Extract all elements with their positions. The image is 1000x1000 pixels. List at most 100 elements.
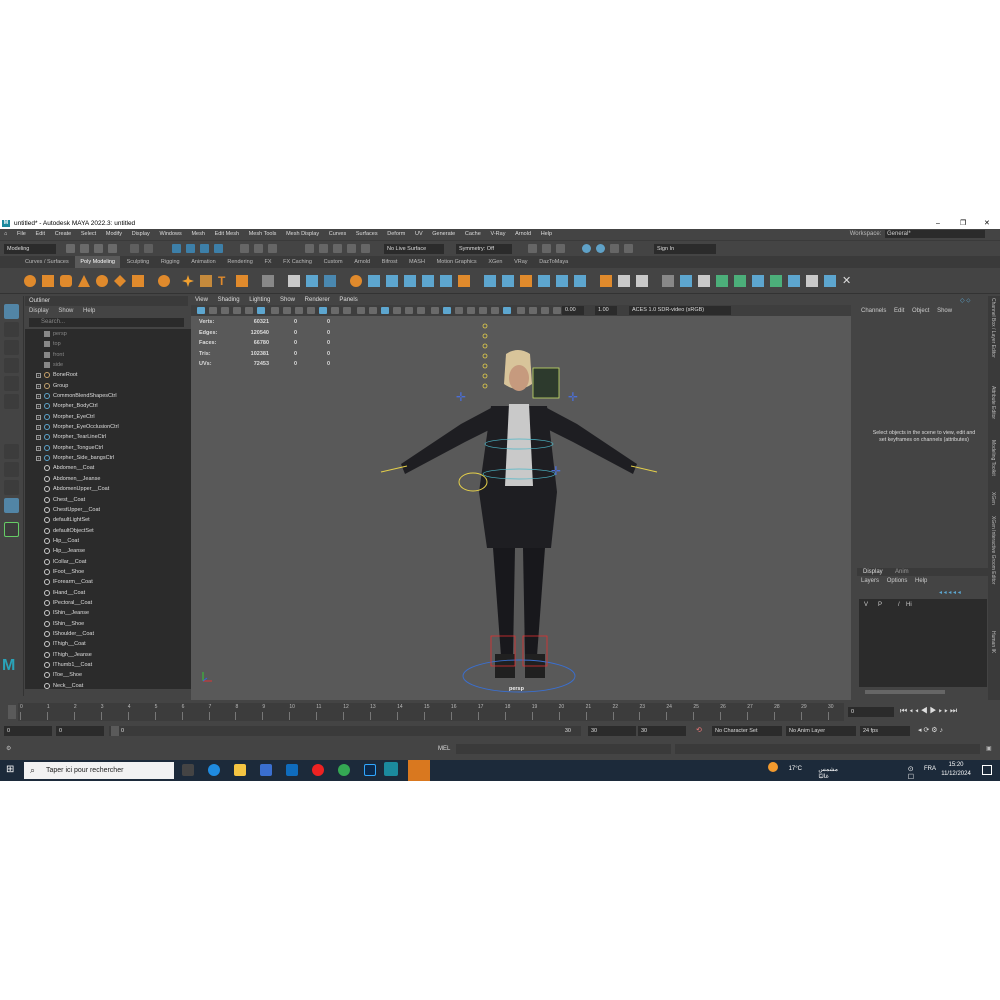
outliner-group-item[interactable]: + BoneRoot — [25, 370, 207, 380]
select-tool-icon[interactable] — [4, 304, 19, 319]
outlook-icon[interactable] — [286, 764, 298, 776]
layer-playback-toggle[interactable]: P — [878, 601, 882, 610]
live-surface-field[interactable]: No Live Surface — [384, 244, 444, 254]
save-icon[interactable] — [80, 244, 89, 253]
clock-date[interactable]: 11/12/2024 — [940, 771, 972, 777]
expand-icon[interactable]: + — [36, 456, 41, 462]
search-tool-icon[interactable] — [4, 522, 19, 537]
viewport-tool-icon[interactable] — [233, 307, 241, 314]
range-handle-left[interactable] — [111, 726, 119, 736]
viewport-tool-icon[interactable] — [319, 307, 327, 314]
viewport-tool-icon[interactable] — [295, 307, 303, 314]
outliner-group-item[interactable]: + Group — [25, 381, 207, 391]
layout-icon[interactable] — [528, 244, 537, 253]
relax-brush-icon[interactable] — [698, 275, 710, 287]
paint-select-icon[interactable] — [4, 340, 19, 355]
menu-vray[interactable]: V-Ray — [486, 229, 509, 240]
viewport-tool-icon[interactable] — [209, 307, 217, 314]
outliner-set-item[interactable]: lThumb1__Coat — [25, 660, 207, 670]
scene-start-field[interactable]: 0 — [4, 726, 52, 736]
poly-torus-icon[interactable] — [96, 275, 108, 287]
menu-arnold[interactable]: Arnold — [511, 229, 535, 240]
expand-icon[interactable]: + — [36, 394, 41, 400]
menu-surfaces[interactable]: Surfaces — [352, 229, 382, 240]
left-shoulder-control[interactable]: ✛ — [456, 390, 466, 404]
menu-mesh-display[interactable]: Mesh Display — [282, 229, 323, 240]
outliner-set-item[interactable]: ChestUpper__Coat — [25, 505, 207, 515]
outliner-set-item[interactable]: AbdomenUpper__Coat — [25, 484, 207, 494]
poly-sphere-icon[interactable] — [24, 275, 36, 287]
snap-point-icon[interactable] — [200, 244, 209, 253]
tray-icons[interactable]: ⊙ ☐ ⌃ ◆ ♪ — [908, 765, 914, 804]
outliner-set-item[interactable]: lForearm__Coat — [25, 577, 207, 587]
character-scene[interactable]: ✛ ✛ ✛ — [361, 316, 701, 700]
layers-menu-layers[interactable]: Layers — [861, 578, 879, 584]
shelf-tab-xgen[interactable]: XGen — [483, 256, 507, 268]
menu-mesh[interactable]: Mesh — [187, 229, 208, 240]
bevel-icon[interactable] — [404, 275, 416, 287]
viewport-tool-icon[interactable] — [393, 307, 401, 314]
toolkit-icon[interactable] — [624, 244, 633, 253]
fill-hole-icon[interactable] — [440, 275, 452, 287]
menu-curves[interactable]: Curves — [325, 229, 350, 240]
channel-box-icons[interactable]: ◇ ⬦ — [960, 297, 970, 305]
workspace-selector[interactable]: Workspace: General* — [850, 229, 985, 240]
viewport-tool-icon[interactable] — [431, 307, 439, 314]
viewport-menu-view[interactable]: View — [191, 296, 212, 305]
combine-icon[interactable] — [262, 275, 274, 287]
outliner-set-item[interactable]: Chest__Coat — [25, 495, 207, 505]
task-view-icon[interactable] — [182, 764, 194, 776]
viewport-tool-icon[interactable] — [553, 307, 561, 314]
outliner-set-item[interactable]: Abdomen__Jeanse — [25, 474, 207, 484]
viewport-tool-icon[interactable] — [257, 307, 265, 314]
viewport-tool-icon[interactable] — [221, 307, 229, 314]
photoshop-icon[interactable] — [364, 764, 376, 776]
uv-editor-icon[interactable] — [600, 275, 612, 287]
outliner-search-input[interactable]: Search... — [29, 318, 184, 327]
expand-icon[interactable]: + — [36, 404, 41, 410]
smooth-brush-icon[interactable] — [680, 275, 692, 287]
taskbar-search-input[interactable]: Taper ici pour rechercher — [24, 762, 174, 779]
render-frame-icon[interactable] — [319, 244, 328, 253]
side-tab-human-ik[interactable]: Human IK — [990, 631, 996, 653]
menu-set-dropdown[interactable]: Modeling — [4, 244, 56, 254]
viewport-tool-icon[interactable] — [331, 307, 339, 314]
shelf-tab-motion-graphics[interactable]: Motion Graphics — [432, 256, 482, 268]
outliner-set-item[interactable]: lShoulder__Coat — [25, 629, 207, 639]
shelf-tab-poly-modeling[interactable]: Poly Modeling — [75, 256, 120, 268]
layout-icon-2[interactable] — [542, 244, 551, 253]
outliner-group-item[interactable]: + Morpher_EyeCtrl — [25, 412, 207, 422]
expand-icon[interactable]: + — [36, 414, 41, 420]
menu-edit-mesh[interactable]: Edit Mesh — [211, 229, 243, 240]
outliner-camera-item[interactable]: front — [25, 350, 207, 360]
mask-brush-icon[interactable] — [770, 275, 782, 287]
workspace-value[interactable]: General* — [885, 230, 985, 238]
scene-end-field[interactable]: 30 — [638, 726, 686, 736]
flatten-brush-icon[interactable] — [734, 275, 746, 287]
shelf-tab-daztomaya[interactable]: DazToMaya — [534, 256, 573, 268]
menu-deform[interactable]: Deform — [383, 229, 409, 240]
viewport-tool-icon[interactable] — [541, 307, 549, 314]
magnet-icon[interactable] — [240, 244, 249, 253]
expand-icon[interactable]: + — [36, 383, 41, 389]
outliner-menu-help[interactable]: Help — [83, 308, 95, 314]
viewport-tool-icon[interactable] — [467, 307, 475, 314]
outliner-group-item[interactable]: + Morpher_TearLineCtrl — [25, 432, 207, 442]
menu-help[interactable]: Help — [537, 229, 556, 240]
color-space-dropdown[interactable]: ACES 1.0 SDR-video (sRGB) — [629, 306, 731, 315]
sculpt-brush-icon[interactable] — [662, 275, 674, 287]
viewport-tool-icon[interactable] — [417, 307, 425, 314]
viewport-tool-icon[interactable] — [245, 307, 253, 314]
outliner-set-item[interactable]: lThigh__Jeanse — [25, 650, 207, 660]
viewport-menu-renderer[interactable]: Renderer — [301, 296, 334, 305]
side-tab-channel-box[interactable]: Channel Box / Layer Editor — [990, 298, 996, 358]
outliner-camera-item[interactable]: persp — [25, 329, 207, 339]
opera-icon[interactable] — [312, 764, 324, 776]
shelf-tab-fx[interactable]: FX — [259, 256, 276, 268]
viewport-tool-icon[interactable] — [343, 307, 351, 314]
poly-cylinder-icon[interactable] — [60, 275, 72, 287]
weather-temp[interactable]: 17°C — [789, 766, 802, 772]
menu-modify[interactable]: Modify — [102, 229, 126, 240]
outliner-set-item[interactable]: lShin__Shoe — [25, 619, 207, 629]
maximize-button[interactable]: ❐ — [960, 218, 966, 229]
